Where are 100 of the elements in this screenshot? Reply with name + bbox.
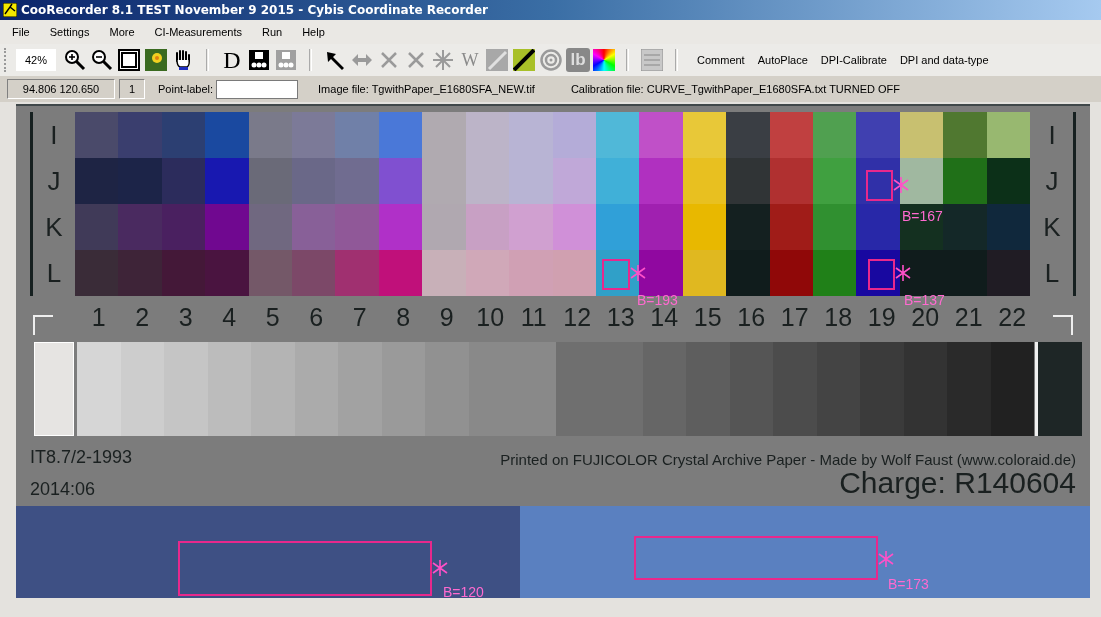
row-label: I [49, 119, 59, 152]
color-patch [465, 204, 510, 250]
point-label-caption: Point-label: [158, 83, 214, 95]
zoom-out-icon[interactable] [91, 49, 113, 71]
color-patch [552, 204, 596, 250]
column-number: 6 [308, 302, 325, 332]
asterisk-marker-icon[interactable] [893, 177, 909, 193]
zoom-level: 42% [16, 49, 56, 71]
color-patch [943, 158, 987, 204]
column-number: 16 [736, 302, 767, 332]
color-patch [118, 158, 162, 204]
color-wheel-icon[interactable] [593, 49, 615, 71]
printed-note: Printed on FUJICOLOR Crystal Archive Paper - Made by Wolf Faust (www.coloraid.de) [500, 451, 1076, 468]
color-patch [769, 112, 813, 158]
column-number: 13 [605, 302, 636, 332]
color-patch [161, 158, 206, 204]
row-label: L [45, 257, 63, 290]
app-icon [3, 3, 17, 17]
color-patch [769, 158, 813, 204]
color-patch [378, 250, 423, 296]
selection-rectangle[interactable] [868, 259, 895, 290]
color-patch [943, 112, 987, 158]
color-patch [161, 250, 206, 296]
asterisk-marker-icon[interactable] [432, 560, 448, 576]
point-label-field[interactable] [216, 79, 299, 99]
asterisk-marker-icon[interactable] [878, 551, 894, 567]
selection-rectangle[interactable] [178, 541, 432, 596]
color-patch [335, 250, 379, 296]
column-number: 22 [997, 302, 1028, 332]
color-patch [943, 204, 987, 250]
arrow-pointer-icon[interactable] [324, 49, 346, 71]
toolbar-command[interactable]: DPI and data-type [899, 54, 989, 66]
color-patch [899, 158, 944, 204]
color-patch [726, 204, 770, 250]
column-number: 5 [264, 302, 281, 332]
column-number: 10 [475, 302, 506, 332]
selection-rectangle[interactable] [602, 259, 630, 290]
color-patch [682, 112, 727, 158]
point-number: 1 [119, 79, 145, 99]
color-patch [292, 158, 336, 204]
color-patch [248, 158, 292, 204]
measurement-label: B=173 [888, 576, 929, 592]
menu-item[interactable]: Help [302, 26, 325, 38]
color-patch [248, 250, 292, 296]
row-label: K [44, 211, 64, 244]
color-patch [74, 250, 119, 296]
menu-item[interactable]: File [12, 26, 30, 38]
menu-item[interactable]: Settings [49, 26, 90, 38]
color-patch [422, 112, 466, 158]
color-patch [899, 112, 944, 158]
menu-item[interactable]: Run [261, 26, 283, 38]
selection-rectangle[interactable] [866, 170, 893, 201]
date-text: 2014:06 [30, 479, 96, 500]
color-patch [422, 204, 466, 250]
row-label: L [1043, 257, 1061, 290]
measurement-label: B=167 [902, 208, 943, 224]
measurement-label: B=120 [443, 584, 484, 600]
color-patch [118, 112, 162, 158]
slash-icon[interactable] [513, 49, 535, 71]
color-patch [248, 112, 292, 158]
asterisk-marker-icon[interactable] [895, 265, 911, 281]
color-patch [465, 250, 510, 296]
color-patch [292, 250, 336, 296]
corner-mark [1053, 315, 1073, 335]
color-patch [595, 112, 640, 158]
column-number: 9 [438, 302, 455, 332]
color-patch [378, 158, 423, 204]
image-file-info: Image file: TgwithPaper_E1680SFA_NEW.tif [318, 83, 535, 95]
menu-item[interactable]: CI-Measurements [154, 26, 242, 38]
color-patch [118, 204, 162, 250]
color-patch [813, 158, 857, 204]
toolbar-command[interactable]: AutoPlace [757, 54, 808, 66]
flower-icon[interactable] [145, 49, 167, 71]
color-patch [335, 204, 379, 250]
column-number: 1 [90, 302, 107, 332]
letter-tool-button[interactable]: D [220, 48, 244, 72]
color-patch [509, 158, 553, 204]
toolbar-command[interactable]: Comment [697, 54, 745, 66]
menu-item[interactable]: More [109, 26, 135, 38]
zoom-in-icon[interactable] [64, 49, 86, 71]
color-patch [292, 112, 336, 158]
color-patch [205, 250, 249, 296]
color-patch [639, 250, 683, 296]
color-patch [205, 158, 249, 204]
color-patch [118, 250, 162, 296]
coordinates-display: 94.806 120.650 [7, 79, 115, 99]
color-patch [769, 250, 813, 296]
square-icon[interactable] [118, 49, 140, 71]
color-patch [74, 204, 119, 250]
color-patch [639, 112, 683, 158]
color-patch [856, 204, 900, 250]
color-patch [292, 204, 336, 250]
color-patch [465, 112, 510, 158]
color-patch [205, 112, 249, 158]
color-patch [813, 204, 857, 250]
color-patch [986, 250, 1031, 296]
dots-panel-icon[interactable] [248, 49, 270, 71]
asterisk-marker-icon[interactable] [630, 265, 646, 281]
row-label: I [1047, 119, 1057, 152]
toolbar-command[interactable]: DPI-Calibrate [820, 54, 887, 66]
